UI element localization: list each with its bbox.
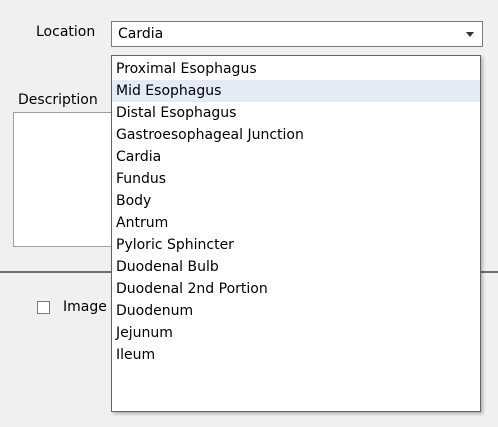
image-checkbox-label: Image — [63, 299, 107, 315]
dropdown-option-fundus[interactable]: Fundus — [112, 168, 480, 190]
dropdown-option-gastroesophageal-junction[interactable]: Gastroesophageal Junction — [112, 124, 480, 146]
dropdown-option-body[interactable]: Body — [112, 190, 480, 212]
location-selected-value: Cardia — [118, 26, 164, 42]
dropdown-option-duodenal-2nd-portion[interactable]: Duodenal 2nd Portion — [112, 278, 480, 300]
chevron-down-icon[interactable] — [466, 32, 474, 37]
location-label: Location — [36, 24, 96, 40]
description-label: Description — [18, 92, 98, 108]
image-checkbox[interactable] — [37, 301, 50, 314]
dropdown-option-duodenal-bulb[interactable]: Duodenal Bulb — [112, 256, 480, 278]
dropdown-option-mid-esophagus[interactable]: Mid Esophagus — [112, 80, 480, 102]
dropdown-option-pyloric-sphincter[interactable]: Pyloric Sphincter — [112, 234, 480, 256]
dropdown-option-ileum[interactable]: Ileum — [112, 344, 480, 366]
dropdown-option-distal-esophagus[interactable]: Distal Esophagus — [112, 102, 480, 124]
dropdown-option-duodenum[interactable]: Duodenum — [112, 300, 480, 322]
location-dropdown-list: Proximal Esophagus Mid Esophagus Distal … — [111, 55, 481, 412]
dropdown-option-antrum[interactable]: Antrum — [112, 212, 480, 234]
location-combobox[interactable]: Cardia — [111, 21, 483, 47]
dropdown-option-cardia[interactable]: Cardia — [112, 146, 480, 168]
dropdown-option-jejunum[interactable]: Jejunum — [112, 322, 480, 344]
dropdown-option-proximal-esophagus[interactable]: Proximal Esophagus — [112, 58, 480, 80]
